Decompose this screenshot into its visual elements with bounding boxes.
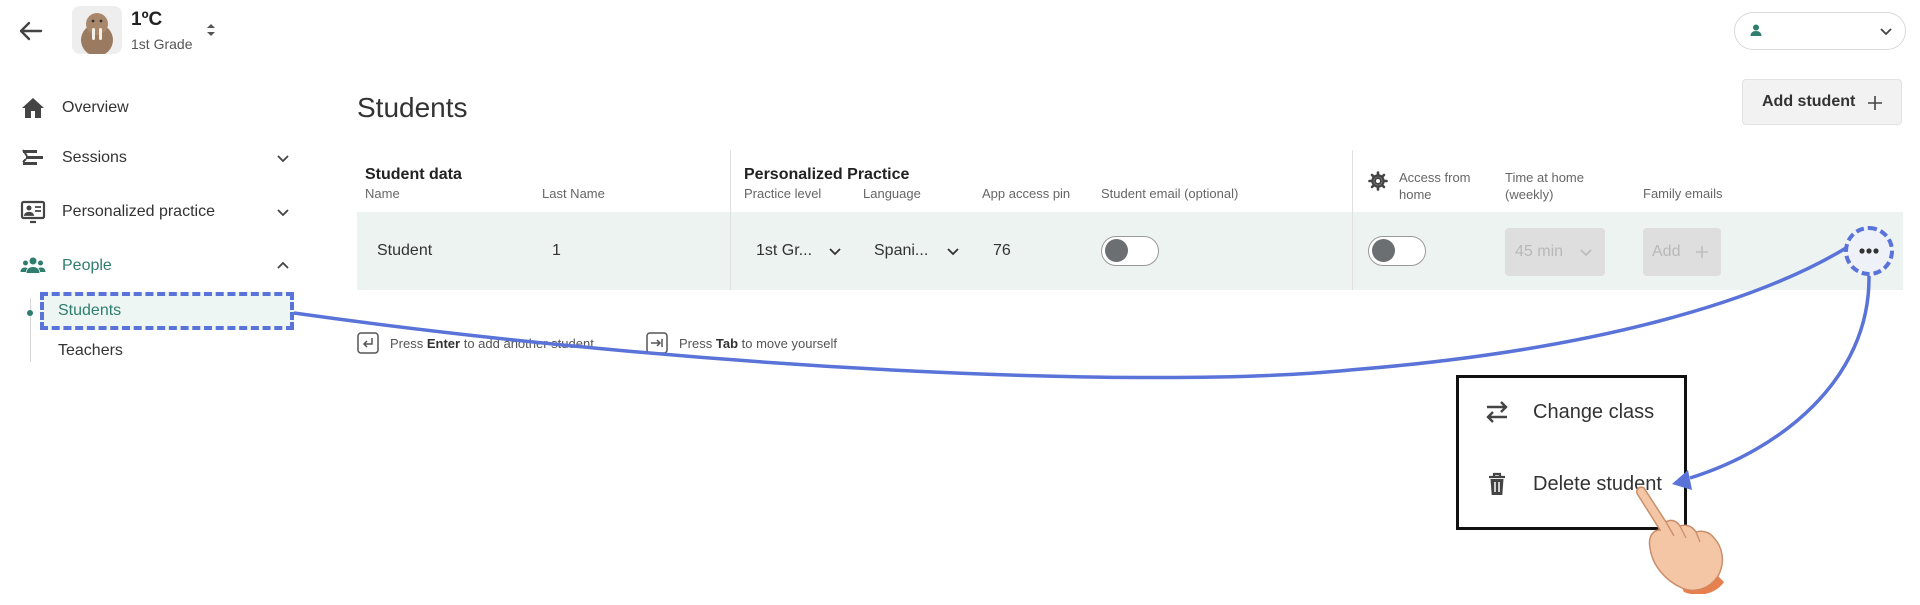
user-menu[interactable]	[1734, 12, 1906, 50]
family-emails-add-button: Add	[1643, 228, 1721, 276]
sidebar-item-label: Overview	[62, 99, 129, 116]
class-grade: 1st Grade	[131, 36, 193, 52]
column-header-student-email: Student email (optional)	[1101, 186, 1239, 201]
sidebar-item-label: Sessions	[62, 149, 127, 166]
chevron-down-icon	[1880, 28, 1892, 36]
sessions-icon	[22, 149, 43, 165]
subnav-line	[30, 298, 31, 362]
more-options-button[interactable]	[1844, 226, 1894, 276]
time-at-home-select: 45 min	[1505, 228, 1605, 276]
hint-enter: Press Enter to add another student	[357, 332, 594, 354]
add-student-button[interactable]: Add student	[1742, 79, 1902, 125]
chevron-down-icon	[277, 155, 289, 163]
cell-app-access-pin[interactable]: 76	[993, 242, 1011, 260]
sidebar-item-label: Personalized practice	[62, 203, 215, 220]
hint-text: Press	[679, 335, 713, 351]
more-horizontal-icon	[1859, 248, 1879, 254]
class-name: 1ºC	[131, 9, 163, 30]
sidebar-item-sessions[interactable]: Sessions	[20, 141, 290, 175]
group-student-data: Student data	[365, 166, 462, 183]
hint-text: to move yourself	[741, 335, 838, 351]
sidebar-subitem-teachers[interactable]: Teachers	[58, 342, 123, 360]
chevron-down-icon	[277, 209, 289, 217]
cell-name[interactable]: Student	[377, 242, 432, 260]
class-switcher[interactable]	[204, 20, 218, 40]
active-dot	[27, 310, 33, 316]
sidebar-item-overview[interactable]: Overview	[20, 91, 290, 125]
people-icon	[20, 257, 46, 273]
menu-item-change-class[interactable]: Change class	[1483, 398, 1654, 426]
access-from-home-toggle[interactable]	[1368, 236, 1426, 266]
sidebar-subitem-students[interactable]: Students	[58, 302, 121, 320]
hint-text: to add another student	[463, 335, 594, 351]
plus-icon	[1696, 246, 1708, 258]
arrow-left-icon	[19, 21, 43, 41]
toggle-knob	[1372, 239, 1395, 262]
sidebar-item-label: People	[62, 257, 112, 274]
language-select[interactable]: Spani...	[874, 242, 928, 260]
walrus-icon	[81, 13, 113, 54]
add-student-label: Add student	[1762, 93, 1856, 110]
column-divider	[1352, 212, 1353, 290]
chevron-up-icon	[277, 261, 289, 269]
toggle-knob	[1105, 239, 1128, 262]
chevron-down-icon[interactable]	[946, 244, 960, 258]
enter-key-icon	[357, 332, 379, 354]
gear-icon[interactable]	[1368, 171, 1388, 191]
column-header-time-at-home: Time at home (weekly)	[1505, 170, 1584, 202]
sidebar-item-personalized-practice[interactable]: Personalized practice	[20, 195, 290, 229]
cell-last-name[interactable]: 1	[552, 242, 561, 260]
home-icon	[22, 98, 44, 118]
column-divider	[730, 212, 731, 290]
sidebar-item-people[interactable]: People	[20, 249, 290, 283]
column-header-app-access-pin: App access pin	[982, 186, 1071, 201]
plus-icon	[1868, 96, 1882, 110]
hint-key: Tab	[715, 335, 739, 351]
swap-icon	[1486, 401, 1508, 423]
column-header-last-name: Last Name	[542, 186, 605, 201]
column-header-family-emails: Family emails	[1643, 186, 1723, 201]
page-title: Students	[357, 92, 468, 123]
hint-key: Enter	[426, 335, 461, 351]
time-at-home-value: 45 min	[1515, 243, 1564, 260]
tab-key-icon	[646, 332, 668, 354]
student-email-toggle[interactable]	[1101, 236, 1159, 266]
user-icon	[1750, 24, 1762, 36]
column-header-access-from-home: Access from home	[1399, 170, 1471, 202]
chevron-down-icon	[1580, 249, 1592, 257]
chevron-down-icon[interactable]	[828, 244, 842, 258]
column-header-language: Language	[863, 186, 921, 201]
class-avatar	[72, 6, 122, 54]
trash-icon	[1489, 472, 1505, 495]
pointing-hand-icon	[1635, 486, 1724, 594]
practice-level-select[interactable]: 1st Gr...	[756, 242, 812, 260]
hint-tab: Press Tab to move yourself	[646, 332, 837, 354]
hint-text: Press	[390, 335, 424, 351]
menu-item-label: Change class	[1533, 400, 1655, 423]
family-emails-add-label: Add	[1652, 243, 1681, 260]
column-header-name: Name	[365, 186, 400, 201]
back-button[interactable]	[14, 14, 48, 48]
practice-icon	[20, 200, 46, 224]
group-personalized-practice: Personalized Practice	[744, 166, 910, 183]
sort-arrows-icon	[207, 24, 215, 36]
column-header-practice-level: Practice level	[744, 186, 822, 201]
